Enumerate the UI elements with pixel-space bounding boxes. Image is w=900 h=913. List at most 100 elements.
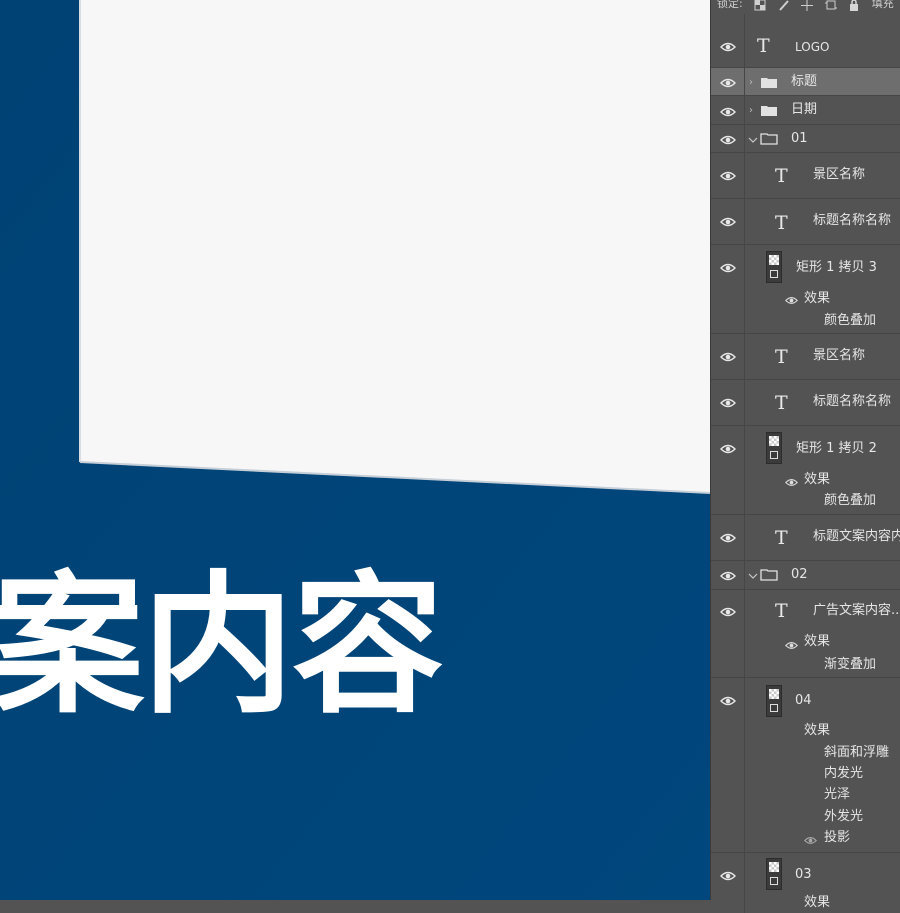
effect-color-overlay[interactable]: 颜色叠加 <box>824 493 876 509</box>
visibility-toggle[interactable] <box>711 426 745 514</box>
layer-name: 标题文案内容内 <box>813 529 900 544</box>
visibility-toggle[interactable] <box>711 515 745 560</box>
layer-row-03[interactable]: 03 效果 <box>711 853 900 913</box>
eye-icon <box>720 135 736 145</box>
eye-icon <box>720 42 736 52</box>
effect-color-overlay[interactable]: 颜色叠加 <box>824 313 876 329</box>
lock-all-icon[interactable] <box>848 0 860 11</box>
chevron-down-icon[interactable] <box>748 572 758 580</box>
layer-row-title-copy[interactable]: T 标题文案内容内 <box>711 515 900 561</box>
visibility-toggle[interactable] <box>711 853 745 913</box>
eye-icon <box>720 696 736 706</box>
effect-gradient-overlay[interactable]: 渐变叠加 <box>824 657 876 673</box>
visibility-toggle[interactable] <box>711 334 745 379</box>
layer-row-rectangle-copy-2[interactable]: 矩形 1 拷贝 2 效果 颜色叠加 <box>711 426 900 515</box>
text-layer-icon: T <box>775 346 788 368</box>
layer-row-ad-copy[interactable]: T 广告文案内容.. 效果 渐变叠加 <box>711 590 900 678</box>
visibility-toggle[interactable] <box>711 245 745 333</box>
shape-layer-thumbnail <box>766 432 782 464</box>
effects-label: 效果 <box>804 895 831 910</box>
layer-name: 标题名称名称 <box>813 213 892 228</box>
eye-icon <box>720 217 736 227</box>
eye-icon <box>720 263 736 273</box>
visibility-toggle[interactable] <box>711 380 745 425</box>
effects-label: 效果 <box>804 472 831 487</box>
visibility-toggle[interactable] <box>711 590 745 677</box>
text-layer-icon: T <box>775 165 788 187</box>
chevron-down-icon[interactable] <box>748 136 758 144</box>
eye-icon <box>720 107 736 117</box>
effects-eye-icon[interactable] <box>785 641 798 650</box>
layer-name: 03 <box>795 867 812 882</box>
layer-name: 日期 <box>791 102 818 117</box>
layer-name: 标题名称名称 <box>813 394 892 409</box>
effects-label: 效果 <box>804 723 831 738</box>
layer-row-group-02[interactable]: 02 <box>711 561 900 590</box>
effect-satin[interactable]: 光泽 <box>824 787 850 803</box>
lock-position-icon[interactable] <box>801 0 814 11</box>
effects-eye-icon[interactable] <box>785 296 798 305</box>
layer-row-title-name[interactable]: T 标题名称名称 <box>711 380 900 426</box>
folder-icon <box>761 106 777 116</box>
effect-outer-glow[interactable]: 外发光 <box>824 809 863 825</box>
effects-eye-icon[interactable] <box>785 478 798 487</box>
layer-row-scenic-name[interactable]: T 景区名称 <box>711 153 900 199</box>
visibility-toggle[interactable] <box>711 96 745 124</box>
text-layer-icon: T <box>775 527 788 549</box>
eye-icon <box>720 444 736 454</box>
lock-artboard-icon[interactable] <box>824 0 837 11</box>
layer-row-scenic-name[interactable]: T 景区名称 <box>711 334 900 380</box>
layer-name: 广告文案内容.. <box>813 603 900 618</box>
layer-name: 矩形 1 拷贝 2 <box>796 441 877 456</box>
folder-icon <box>761 78 777 88</box>
lock-transparent-pixels-icon[interactable] <box>754 0 766 11</box>
eye-icon <box>720 533 736 543</box>
layer-row-rectangle-copy-3[interactable]: 矩形 1 拷贝 3 效果 颜色叠加 <box>711 245 900 334</box>
eye-icon <box>720 352 736 362</box>
lock-label: 锁定: <box>717 0 743 10</box>
document-canvas[interactable]: 案内容 <box>0 0 710 900</box>
fill-label: 填充 <box>871 0 894 10</box>
effect-bevel-emboss[interactable]: 斜面和浮雕 <box>824 745 889 761</box>
layer-name: LOGO <box>795 40 830 54</box>
folder-open-icon <box>760 133 778 145</box>
layer-name: 景区名称 <box>813 348 866 363</box>
visibility-toggle[interactable] <box>711 561 745 589</box>
shape-layer-thumbnail <box>766 685 782 717</box>
text-layer-icon: T <box>775 392 788 414</box>
effect-eye-icon[interactable] <box>804 836 817 845</box>
layer-row-group-01[interactable]: 01 <box>711 125 900 153</box>
layer-row-title-name[interactable]: T 标题名称名称 <box>711 199 900 245</box>
shape-layer-thumbnail <box>766 858 782 890</box>
layer-row-logo[interactable]: T LOGO <box>711 14 900 68</box>
eye-icon <box>720 571 736 581</box>
visibility-toggle[interactable] <box>711 199 745 244</box>
visibility-toggle[interactable] <box>711 153 745 198</box>
visibility-toggle[interactable] <box>711 125 745 152</box>
layer-row-date-group[interactable]: › 日期 <box>711 96 900 125</box>
lock-image-pixels-icon[interactable] <box>778 0 790 11</box>
eye-icon <box>720 171 736 181</box>
text-layer-icon: T <box>757 35 770 57</box>
layer-row-title-group[interactable]: › 标题 <box>711 68 900 96</box>
layer-name: 02 <box>791 567 808 582</box>
effect-drop-shadow[interactable]: 投影 <box>824 830 850 846</box>
eye-icon <box>720 871 736 881</box>
chevron-right-icon[interactable]: › <box>749 78 753 88</box>
layer-name: 04 <box>795 693 812 708</box>
eye-icon <box>720 398 736 408</box>
text-layer-icon: T <box>775 212 788 234</box>
shape-layer-thumbnail <box>766 251 782 283</box>
effect-inner-glow[interactable]: 内发光 <box>824 766 863 782</box>
visibility-toggle[interactable] <box>711 14 745 67</box>
eye-icon <box>720 78 736 88</box>
layers-panel: 锁定: 填充 T LOGO › 标题 › 日期 01 T 景区名称 T 标题名称… <box>710 0 900 913</box>
effects-label: 效果 <box>804 291 831 306</box>
visibility-toggle[interactable] <box>711 68 745 95</box>
layer-row-04[interactable]: 04 效果 斜面和浮雕 内发光 光泽 外发光 投影 <box>711 678 900 853</box>
layer-name: 矩形 1 拷贝 3 <box>796 260 877 275</box>
folder-open-icon <box>760 569 778 581</box>
lock-toolbar: 锁定: 填充 <box>711 0 900 14</box>
visibility-toggle[interactable] <box>711 678 745 852</box>
chevron-right-icon[interactable]: › <box>749 106 753 116</box>
